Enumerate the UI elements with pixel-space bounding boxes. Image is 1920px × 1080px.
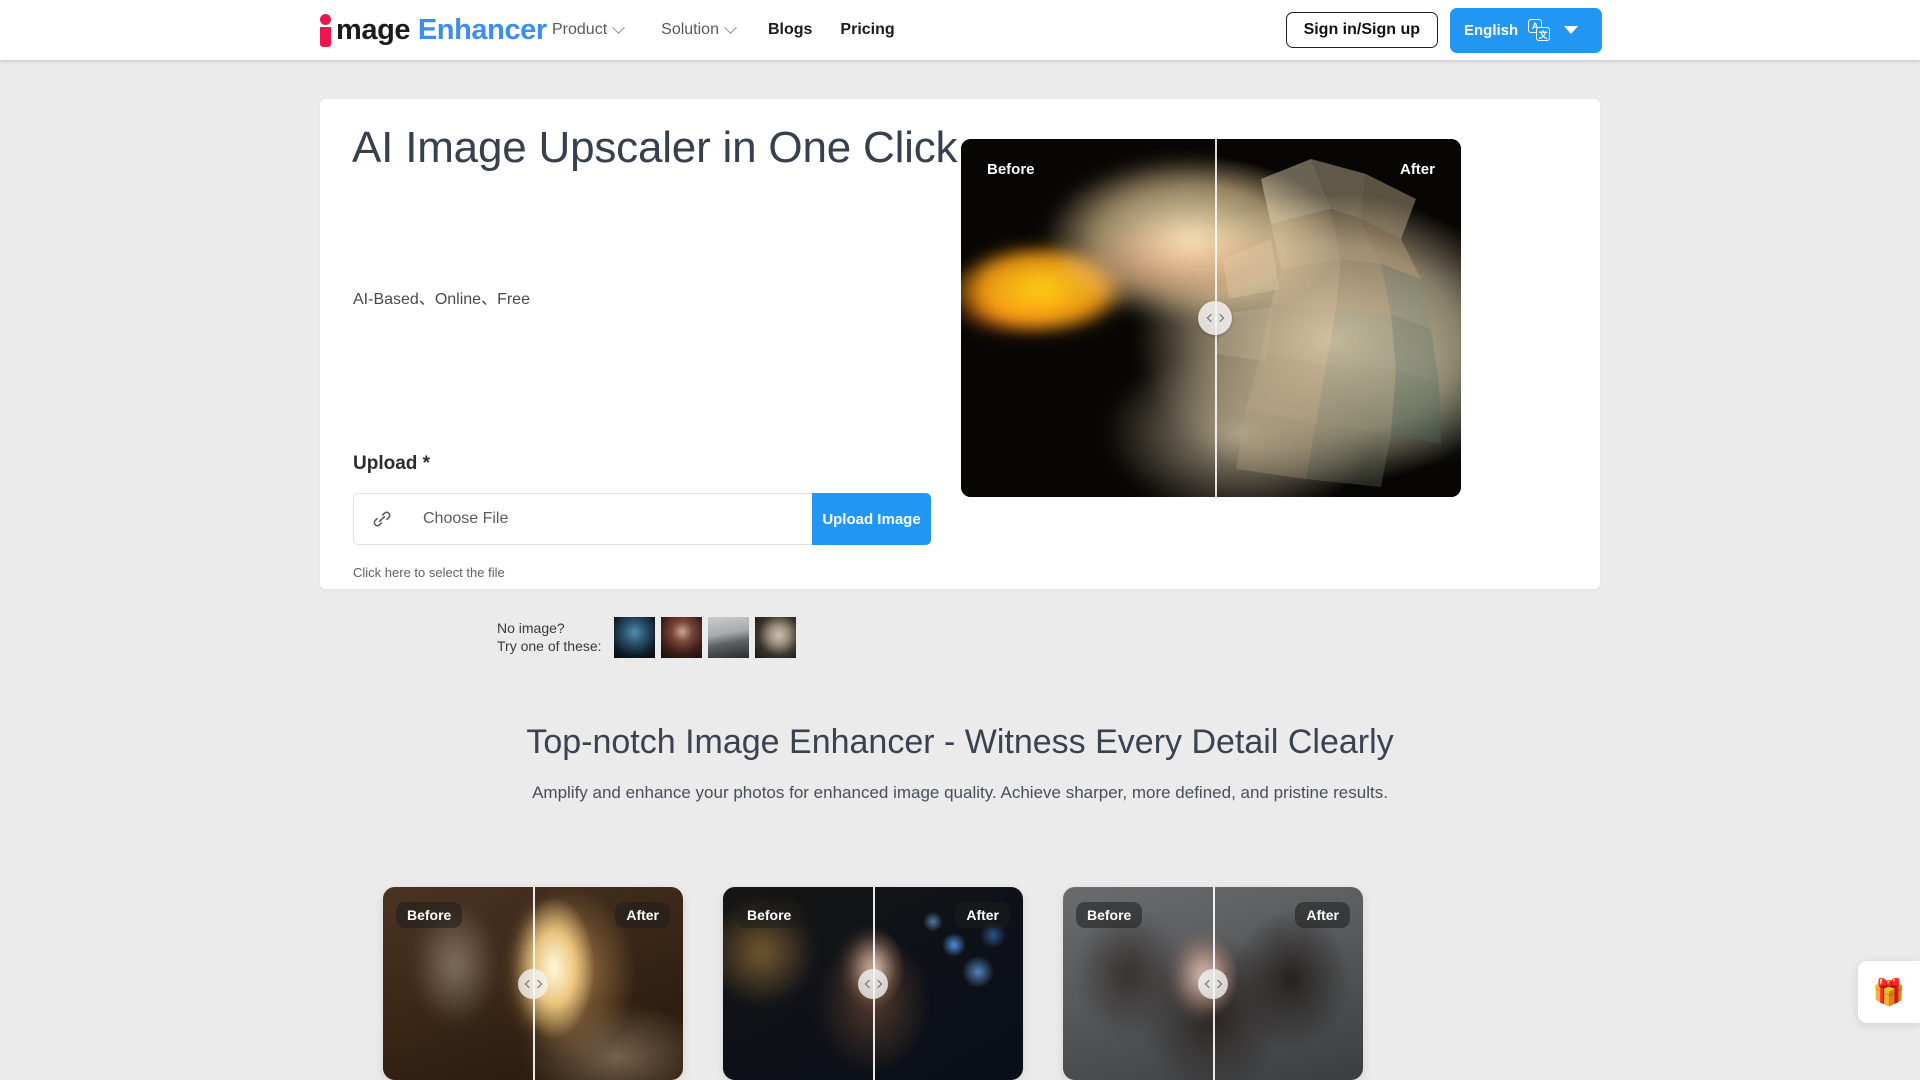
chevron-down-icon (724, 20, 737, 34)
feature-card-1[interactable]: Before After (383, 887, 683, 1080)
choose-file-input[interactable]: Choose File (353, 493, 812, 545)
sample-thumb-1[interactable] (613, 617, 655, 658)
chevron-left-icon (1206, 313, 1215, 323)
sample-thumb-3[interactable] (707, 617, 749, 658)
sign-in-sign-up-button[interactable]: Sign in/Sign up (1285, 12, 1438, 48)
sample-thumbnail-list (613, 617, 796, 658)
choose-file-placeholder: Choose File (423, 510, 509, 527)
hero-before-after-slider[interactable]: Before After (961, 139, 1461, 497)
chevron-left-icon (524, 979, 533, 988)
chevron-left-icon (864, 979, 873, 988)
upload-image-button[interactable]: Upload Image (812, 493, 931, 545)
hero-card: AI Image Upscaler in One Click AI-Based、… (320, 99, 1600, 658)
hero-subtitle: AI-Based、Online、Free (353, 291, 530, 308)
language-label: English (1464, 21, 1519, 39)
chevron-right-icon (1215, 313, 1224, 323)
before-label: Before (396, 902, 463, 928)
comparison-handle[interactable] (518, 968, 548, 999)
gift-icon: 🎁 (1872, 977, 1906, 1007)
nav-item-label: Blogs (767, 21, 813, 38)
translate-icon: A 文 (1528, 19, 1551, 41)
nav-item-product[interactable]: Product (533, 0, 642, 60)
comparison-handle[interactable] (1198, 968, 1228, 999)
upload-row: Choose File Upload Image (353, 493, 931, 545)
caret-down-icon (1564, 26, 1579, 34)
site-header: mage Enhancer Product Solution Blogs Pri… (0, 0, 1920, 60)
chevron-left-icon (1204, 979, 1213, 988)
chevron-right-icon (533, 979, 542, 988)
feature-card-3[interactable]: Before After (1063, 887, 1363, 1080)
before-label: Before (1076, 902, 1143, 928)
nav-item-blogs[interactable]: Blogs (754, 0, 826, 60)
link-icon (373, 511, 391, 527)
features-section-title: Top-notch Image Enhancer - Witness Every… (526, 723, 1394, 761)
translate-icon-cjk: 文 (1536, 27, 1551, 41)
chevron-down-icon (612, 20, 626, 34)
upload-field-label: Upload * (353, 453, 431, 474)
nav-item-label: Solution (661, 21, 719, 38)
page-title: AI Image Upscaler in One Click (352, 123, 958, 172)
comparison-handle[interactable] (1198, 301, 1232, 335)
logo-text-blue: Enhancer (417, 13, 547, 46)
sample-thumb-4[interactable] (754, 617, 796, 658)
header-actions: Sign in/Sign up English A 文 (1285, 0, 1602, 60)
chevron-right-icon (1213, 979, 1222, 988)
before-label: Before (736, 902, 803, 928)
after-label: After (955, 902, 1010, 928)
nav-item-label: Pricing (840, 21, 895, 38)
nav-item-solution[interactable]: Solution (642, 0, 754, 60)
sample-thumb-2[interactable] (660, 617, 702, 658)
feature-card-2[interactable]: Before After (723, 887, 1023, 1080)
nav-item-pricing[interactable]: Pricing (826, 0, 908, 60)
person-i-icon (316, 13, 335, 47)
language-selector[interactable]: English A 文 (1450, 7, 1602, 53)
site-logo[interactable]: mage Enhancer (316, 8, 547, 52)
logo-wordmark: mage Enhancer (336, 13, 547, 46)
main-nav: Product Solution Blogs Pricing (533, 0, 909, 60)
upload-hint-text: Click here to select the file (353, 565, 505, 580)
feature-cards-list: Before After Before After Before After (383, 887, 1543, 1080)
page-root: mage Enhancer Product Solution Blogs Pri… (0, 0, 1920, 1080)
before-label: Before (987, 161, 1035, 178)
after-label: After (615, 902, 670, 928)
nav-item-label: Product (552, 21, 608, 38)
logo-text-dark: mage (336, 13, 411, 46)
sample-images-label: No image? Try one of these: (497, 620, 602, 656)
comparison-handle[interactable] (858, 968, 888, 999)
gift-widget-button[interactable]: 🎁 (1858, 961, 1920, 1023)
after-label: After (1295, 902, 1350, 928)
sample-label-line1: No image? (497, 619, 565, 636)
features-section-subtitle: Amplify and enhance your photos for enha… (532, 783, 1388, 802)
after-label: After (1399, 161, 1435, 178)
chevron-right-icon (873, 979, 882, 988)
sample-label-line2: Try one of these: (497, 637, 602, 654)
sample-images-section: No image? Try one of these: (497, 617, 796, 658)
